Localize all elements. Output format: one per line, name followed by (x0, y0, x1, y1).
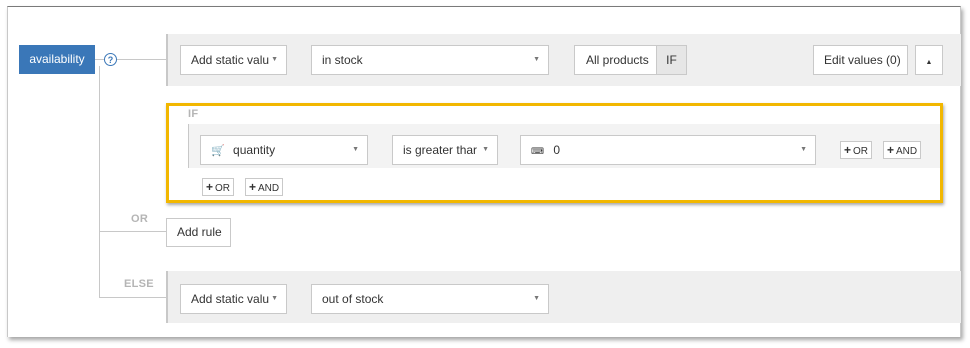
keyboard-icon: ⌨ (531, 146, 544, 156)
operator-dropdown[interactable]: is greater thar ▼ (392, 135, 498, 165)
else-source-type-dropdown[interactable]: Add static valu ▼ (180, 284, 287, 314)
all-products-label: All products (586, 53, 649, 67)
edit-values-label: Edit values (0) (824, 53, 901, 67)
plus-icon: + (206, 180, 214, 194)
if-label: IF (188, 108, 199, 120)
connector-line (99, 231, 166, 232)
add-and-condition-button[interactable]: + AND (883, 141, 922, 159)
dropdown-caret-icon: ▼ (800, 146, 807, 153)
source-type-label: Add static valu (191, 53, 270, 67)
else-value-input[interactable]: out of stock ▼ (311, 284, 549, 314)
plus-icon: + (249, 180, 257, 194)
field-name-button[interactable]: availability (19, 45, 95, 74)
plus-icon: + (844, 143, 852, 157)
edit-values-button[interactable]: Edit values (0) (813, 45, 908, 75)
add-or-condition-button[interactable]: + OR (840, 141, 873, 159)
if-toggle-button[interactable]: IF (656, 45, 687, 75)
attribute-label: quantity (233, 143, 276, 157)
else-value-text: out of stock (322, 292, 384, 306)
value-input[interactable]: in stock ▼ (311, 45, 549, 75)
dropdown-caret-icon: ▼ (482, 146, 489, 153)
or-label: OR (215, 183, 231, 194)
and-label: AND (258, 183, 280, 194)
connector-line (117, 59, 166, 60)
attribute-dropdown[interactable]: 🛒 quantity ▼ (200, 135, 368, 165)
compare-value-text: 0 (553, 143, 561, 157)
dropdown-caret-icon: ▼ (271, 56, 278, 63)
cart-icon: 🛒 (211, 145, 225, 157)
else-label: ELSE (124, 278, 154, 290)
else-source-type-label: Add static valu (191, 292, 270, 306)
if-toggle-label: IF (666, 53, 677, 67)
compare-value-input[interactable]: ⌨ 0 ▼ (520, 135, 816, 165)
add-rule-label: Add rule (177, 225, 222, 239)
dropdown-caret-icon: ▼ (533, 295, 540, 302)
or-connector-label: OR (131, 213, 149, 225)
connector-line (99, 297, 166, 298)
add-or-group-button[interactable]: + OR (202, 178, 235, 196)
collapse-button[interactable]: ▲ (915, 45, 943, 75)
connector-line (95, 59, 104, 60)
dropdown-caret-icon: ▼ (533, 56, 540, 63)
operator-label: is greater thar (403, 143, 478, 157)
help-icon[interactable]: ? (104, 53, 117, 66)
value-text: in stock (322, 53, 363, 67)
add-and-group-button[interactable]: + AND (245, 178, 284, 196)
dropdown-caret-icon: ▼ (352, 146, 359, 153)
collapse-caret-icon: ▲ (925, 59, 933, 66)
tree-trunk-line (99, 66, 100, 298)
all-products-button[interactable]: All products (574, 45, 657, 75)
if-condition-block: IF 🛒 quantity ▼ is greater thar ▼ ⌨ 0 ▼ … (166, 103, 943, 203)
or-label: OR (853, 146, 869, 157)
plus-icon: + (887, 143, 895, 157)
and-label: AND (896, 146, 918, 157)
add-rule-button[interactable]: Add rule (166, 218, 231, 247)
dropdown-caret-icon: ▼ (271, 295, 278, 302)
source-type-dropdown[interactable]: Add static valu ▼ (180, 45, 287, 75)
